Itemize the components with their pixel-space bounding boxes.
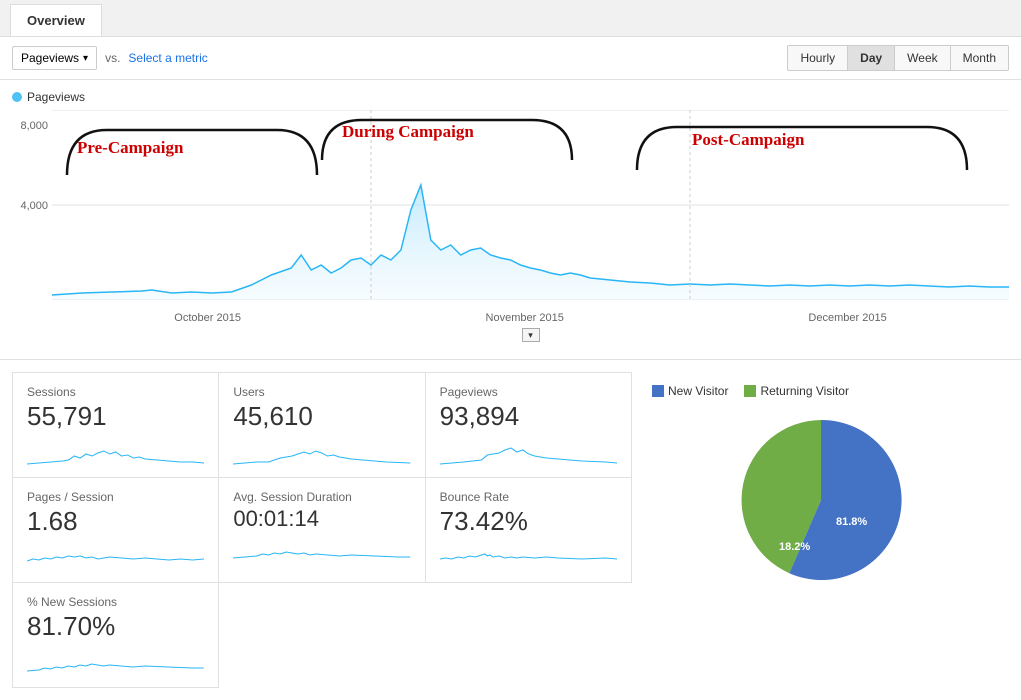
stat-users-label: Users	[233, 385, 410, 399]
stat-pageviews-label: Pageviews	[440, 385, 617, 399]
stat-users: Users 45,610	[218, 372, 424, 478]
pie-chart-svg: 81.8% 18.2%	[731, 410, 911, 590]
new-visitor-color	[652, 385, 664, 397]
during-campaign-label: During Campaign	[342, 122, 474, 142]
x-label-nov: November 2015	[486, 312, 564, 324]
metric-button[interactable]: Pageviews ▾	[12, 46, 97, 70]
stat-pages-session-value: 1.68	[27, 506, 204, 537]
post-campaign-label: Post-Campaign	[692, 130, 804, 150]
stat-bounce-rate-value: 73.42%	[440, 506, 617, 537]
stat-sessions-label: Sessions	[27, 385, 204, 399]
chart-legend: Pageviews	[12, 90, 1009, 104]
returning-visitor-color	[744, 385, 756, 397]
stat-pages-session: Pages / Session 1.68	[12, 478, 218, 583]
metric-label: Pageviews	[21, 51, 79, 65]
stat-avg-session: Avg. Session Duration 00:01:14	[218, 478, 424, 583]
sparkline-users	[233, 436, 410, 466]
x-axis: October 2015 November 2015 December 2015	[12, 312, 1009, 324]
stats-section: Sessions 55,791 Users 45,610 Pageviews 9…	[0, 360, 1021, 700]
stat-pageviews-value: 93,894	[440, 401, 617, 432]
y-label-8000: 8,000	[20, 120, 48, 132]
stat-bounce-rate-label: Bounce Rate	[440, 490, 617, 504]
tab-overview[interactable]: Overview	[10, 4, 102, 36]
legend-dot-icon	[12, 92, 22, 102]
stat-sessions-value: 55,791	[27, 401, 204, 432]
stat-new-sessions: % New Sessions 81.70%	[12, 583, 219, 688]
stat-pageviews: Pageviews 93,894	[425, 372, 632, 478]
tab-bar: Overview	[0, 0, 1021, 37]
sparkline-pageviews	[440, 436, 617, 466]
dropdown-arrow-icon: ▾	[83, 53, 88, 64]
pie-legend: New Visitor Returning Visitor	[652, 384, 849, 398]
stat-new-sessions-value: 81.70%	[27, 611, 204, 642]
stat-new-sessions-label: % New Sessions	[27, 595, 204, 609]
sparkline-sessions	[27, 436, 204, 466]
time-buttons-group: Hourly Day Week Month	[787, 45, 1009, 71]
stat-avg-session-value: 00:01:14	[233, 506, 410, 532]
time-btn-month[interactable]: Month	[951, 45, 1009, 71]
header-row: Pageviews ▾ vs. Select a metric Hourly D…	[0, 37, 1021, 80]
stat-bounce-rate: Bounce Rate 73.42%	[425, 478, 632, 583]
chart-legend-label: Pageviews	[27, 90, 85, 104]
date-range-dropdown[interactable]: ▾	[522, 328, 540, 342]
x-label-oct: October 2015	[174, 312, 241, 324]
returning-visitor-label: Returning Visitor	[760, 384, 849, 398]
sparkline-pages-session	[27, 541, 204, 571]
new-visitor-label: New Visitor	[668, 384, 728, 398]
select-metric-link[interactable]: Select a metric	[128, 51, 207, 65]
x-label-dec: December 2015	[808, 312, 886, 324]
stat-pages-session-label: Pages / Session	[27, 490, 204, 504]
time-btn-week[interactable]: Week	[895, 45, 950, 71]
svg-text:81.8%: 81.8%	[836, 516, 867, 528]
sparkline-bounce-rate	[440, 541, 617, 571]
chart-container: Pageviews 8,000 4,000	[0, 80, 1021, 360]
svg-text:18.2%: 18.2%	[779, 541, 810, 553]
vs-label: vs.	[105, 51, 120, 65]
pie-legend-new-visitor: New Visitor	[652, 384, 728, 398]
time-btn-day[interactable]: Day	[848, 45, 895, 71]
sparkline-avg-session	[233, 536, 410, 566]
time-btn-hourly[interactable]: Hourly	[787, 45, 848, 71]
sparkline-new-sessions	[27, 646, 204, 676]
pie-section: New Visitor Returning Visitor 81.8% 18.2…	[632, 372, 1009, 688]
stat-sessions: Sessions 55,791	[12, 372, 218, 478]
y-label-4000: 4,000	[20, 200, 48, 212]
stat-avg-session-label: Avg. Session Duration	[233, 490, 410, 504]
stat-users-value: 45,610	[233, 401, 410, 432]
pie-legend-returning-visitor: Returning Visitor	[744, 384, 849, 398]
pre-campaign-label: Pre-Campaign	[77, 138, 183, 158]
